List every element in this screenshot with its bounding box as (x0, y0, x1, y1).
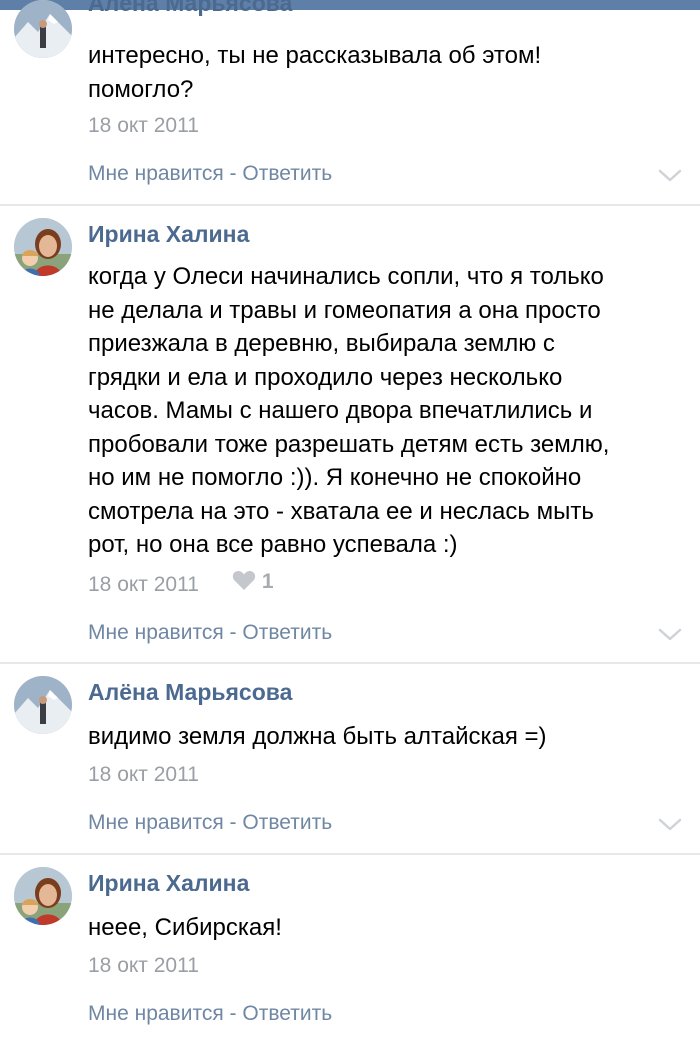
woman-child-photo-avatar-icon (14, 218, 72, 276)
comment-date: 18 окт 2011 (88, 763, 199, 786)
like-link[interactable]: Мне нравится (88, 162, 224, 185)
mountain-photo-avatar-icon (14, 676, 72, 734)
reply-link[interactable]: Ответить (242, 162, 332, 185)
comment-text-line: интересно, ты не рассказывала об этом! (88, 42, 542, 69)
comment-text-line: рот, но она все равно успевала :) (88, 531, 458, 558)
comment-4: Ирина Халина неее, Сибирская! 18 окт 201… (0, 855, 700, 1038)
avatar[interactable] (14, 218, 72, 276)
comment-2: Ирина Халина когда у Олеси начинались со… (0, 206, 700, 662)
comment-text-line: приезжала в деревню, выбирала землю с (88, 330, 555, 357)
chevron-down-icon[interactable] (657, 168, 683, 184)
comment-text: видимо земля должна быть алтайская =) (88, 720, 673, 754)
comment-date: 18 окт 2011 (88, 114, 199, 137)
comment-1: Алёна Марьясова интересно, ты не рассказ… (0, 0, 700, 205)
comment-text-line: помогло? (88, 75, 194, 103)
like-link[interactable]: Мне нравится (88, 1002, 224, 1025)
comment-actions: Мне нравится - Ответить (88, 1001, 332, 1027)
comment-text-line: смотрела на это - хватала ее и неслась м… (88, 497, 594, 525)
reply-link[interactable]: Ответить (242, 1002, 332, 1025)
comment-text-line: часов. Мамы с нашего двора впечатлились … (88, 397, 593, 424)
comment-text-line: но им не помогло :)). Я конечно не споко… (88, 464, 582, 491)
chevron-down-icon[interactable] (657, 817, 683, 833)
comment-text-line: когда у Олеси начинались сопли, что я то… (88, 263, 604, 290)
comment-actions: Мне нравится - Ответить (88, 620, 332, 646)
like-link[interactable]: Мне нравится (88, 621, 224, 644)
comment-date: 18 окт 2011 (88, 954, 199, 977)
comment-text: когда у Олеси начинались сопли, что я то… (88, 260, 673, 562)
mountain-photo-avatar-icon (14, 0, 72, 58)
comment-actions: Мне нравится - Ответить (88, 161, 332, 187)
action-separator: - (223, 162, 243, 185)
chevron-down-icon[interactable] (657, 627, 683, 643)
avatar[interactable] (14, 0, 72, 58)
comment-actions: Мне нравится - Ответить (88, 810, 332, 836)
avatar[interactable] (14, 867, 72, 925)
comment-text-line: неее, Сибирская! (88, 914, 282, 941)
woman-child-photo-avatar-icon (14, 867, 72, 925)
comment-date: 18 окт 2011 (88, 573, 199, 596)
comment-text: интересно, ты не рассказывала об этом! п… (88, 39, 673, 106)
comment-author[interactable]: Ирина Халина (88, 220, 249, 248)
action-separator: - (223, 621, 243, 644)
comment-3: Алёна Марьясова видимо земля должна быть… (0, 664, 700, 854)
heart-icon (232, 570, 256, 590)
likes-count: 1 (261, 570, 274, 593)
comment-author[interactable]: Алёна Марьясова (88, 0, 292, 17)
like-link[interactable]: Мне нравится (88, 811, 224, 834)
avatar[interactable] (14, 676, 72, 734)
comment-text-line: грядки и ела и проходило через несколько (88, 363, 563, 391)
comment-author[interactable]: Алёна Марьясова (88, 678, 292, 706)
likes-counter[interactable]: 1 (232, 569, 274, 594)
comment-text-line: не делала и травы и гомеопатия а она про… (88, 296, 601, 324)
comment-text: неее, Сибирская! (88, 911, 673, 945)
comment-text-line: пробовали тоже разрешать детям есть земл… (88, 430, 610, 458)
reply-link[interactable]: Ответить (242, 811, 332, 834)
action-separator: - (223, 1002, 243, 1025)
comment-author[interactable]: Ирина Халина (88, 869, 249, 897)
reply-link[interactable]: Ответить (242, 621, 332, 644)
action-separator: - (223, 811, 243, 834)
comment-text-line: видимо земля должна быть алтайская =) (88, 723, 547, 750)
